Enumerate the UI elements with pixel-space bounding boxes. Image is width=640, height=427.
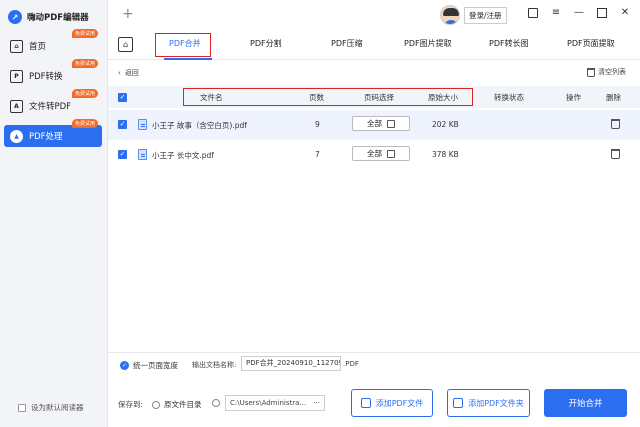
column-header-delete: 删除: [606, 93, 621, 102]
highlight-box-tab: [155, 33, 211, 57]
file-name: 小王子 故事（含空白页).pdf: [152, 121, 247, 130]
save-to-label: 保存到:: [118, 400, 144, 409]
login-button[interactable]: 登录/注册: [464, 6, 507, 24]
free-trial-badge: 免费试用: [71, 119, 98, 128]
highlight-box-columns: [183, 88, 473, 106]
add-pdf-file-button[interactable]: 添加PDF文件: [351, 389, 433, 417]
add-pdf-folder-label: 添加PDF文件夹: [468, 398, 524, 408]
back-button[interactable]: ‹ 返回: [118, 68, 139, 78]
app-logo-icon: ↗: [8, 10, 22, 24]
minimize-icon[interactable]: —: [574, 8, 584, 18]
app-title: ↗ 嗨动PDF编辑器: [8, 10, 89, 24]
add-file-icon: [360, 398, 371, 408]
uniform-width-label: 统一页面宽度: [133, 361, 178, 370]
sidebar-item-home[interactable]: ⌂ 首页 免费试用: [4, 29, 102, 57]
chevron-left-icon: ‹: [118, 69, 121, 77]
skin-icon[interactable]: [528, 8, 538, 18]
active-tab-indicator: [164, 58, 212, 60]
clear-list-label: 清空列表: [598, 68, 626, 76]
home-icon: ⌂: [10, 39, 23, 53]
sidebar-item-label: PDF转换: [29, 72, 63, 82]
row-checkbox[interactable]: ✓: [118, 150, 127, 159]
pdf-process-icon: ▲: [10, 129, 23, 143]
file-size: 202 KB: [432, 120, 459, 129]
save-path-value: C:\Users\Administra...: [230, 399, 307, 407]
column-header-status: 转换状态: [494, 93, 524, 102]
user-area[interactable]: 登录/注册: [440, 5, 507, 25]
file-size: 378 KB: [432, 150, 459, 159]
output-extension: .PDF: [343, 360, 359, 368]
back-label: 返回: [124, 69, 139, 77]
row-checkbox[interactable]: ✓: [118, 120, 127, 129]
browse-dots-icon[interactable]: ···: [313, 396, 320, 410]
clear-list-button[interactable]: 清空列表: [587, 67, 626, 77]
avatar[interactable]: [440, 5, 460, 25]
uniform-width-option[interactable]: ✓ 统一页面宽度: [120, 360, 178, 371]
pdf-convert-icon: P: [10, 69, 23, 83]
app-name: 嗨动PDF编辑器: [27, 13, 89, 23]
radio-button[interactable]: [152, 400, 160, 409]
sidebar-item-pdf-convert[interactable]: P PDF转换 免费试用: [4, 59, 102, 87]
sidebar: ↗ 嗨动PDF编辑器 ⌂ 首页 免费试用 P PDF转换 免费试用 A 文件转P…: [0, 0, 108, 427]
sidebar-item-file-to-pdf[interactable]: A 文件转PDF 免费试用: [4, 89, 102, 117]
pdf-file-icon: [138, 149, 147, 160]
window-controls: ≡ — ✕: [528, 8, 630, 18]
sidebar-item-label: 文件转PDF: [29, 102, 72, 112]
sidebar-item-pdf-process[interactable]: ▲ PDF处理 免费试用: [4, 119, 102, 147]
tab-pdf-split[interactable]: PDF分割: [250, 38, 282, 49]
sidebar-item-label: PDF处理: [29, 132, 63, 142]
save-path-input[interactable]: C:\Users\Administra... ···: [225, 395, 325, 411]
default-reader-checkbox[interactable]: [18, 403, 26, 412]
output-name-label: 输出文档名称:: [192, 361, 237, 369]
start-merge-button[interactable]: 开始合并: [544, 389, 627, 417]
folder-icon: [453, 398, 464, 408]
delete-row-icon[interactable]: [611, 119, 620, 129]
default-reader-option[interactable]: 设为默认阅读器: [18, 402, 84, 413]
maximize-icon[interactable]: [597, 8, 607, 18]
radio-source-label: 原文件目录: [164, 400, 202, 409]
home-tab-icon[interactable]: ⌂: [118, 37, 133, 52]
tab-pdf-to-long-image[interactable]: PDF转长图: [489, 38, 529, 49]
radio-source-dir[interactable]: 原文件目录: [152, 399, 202, 410]
page-select-button[interactable]: 全部: [352, 146, 410, 161]
page-select-button[interactable]: 全部: [352, 116, 410, 131]
tab-pdf-image-extract[interactable]: PDF图片提取: [404, 38, 452, 49]
radio-custom-path[interactable]: [212, 399, 220, 407]
free-trial-badge: 免费试用: [71, 89, 98, 98]
tab-pdf-page-extract[interactable]: PDF页面提取: [567, 38, 615, 49]
sidebar-item-label: 首页: [29, 42, 47, 52]
page-select-label: 全部: [367, 119, 382, 128]
page-select-label: 全部: [367, 149, 382, 158]
menu-icon[interactable]: ≡: [551, 8, 561, 18]
add-pdf-file-label: 添加PDF文件: [375, 398, 424, 408]
tab-pdf-compress[interactable]: PDF压缩: [331, 38, 363, 49]
add-pdf-folder-button[interactable]: 添加PDF文件夹: [447, 389, 530, 417]
radio-button[interactable]: [212, 399, 220, 407]
column-header-action: 操作: [566, 93, 581, 102]
default-reader-label: 设为默认阅读器: [31, 403, 84, 412]
free-trial-badge: 免费试用: [71, 59, 98, 68]
trash-icon: [587, 67, 595, 77]
delete-row-icon[interactable]: [611, 149, 620, 159]
close-icon[interactable]: ✕: [620, 8, 630, 18]
output-name-input[interactable]: PDF合并_20240910_112709: [241, 356, 341, 371]
pdf-file-icon: [138, 119, 147, 130]
page-count: 7: [315, 150, 320, 159]
edit-icon: [387, 149, 395, 158]
file-to-pdf-icon: A: [10, 99, 23, 113]
uniform-width-checkbox[interactable]: ✓: [120, 361, 129, 370]
file-name: 小王子 长中文.pdf: [152, 151, 214, 160]
free-trial-badge: 免费试用: [71, 29, 98, 38]
footer-divider: [108, 352, 640, 353]
edit-icon: [387, 119, 395, 128]
select-all-checkbox[interactable]: ✓: [118, 93, 127, 102]
page-count: 9: [315, 120, 320, 129]
new-tab-button[interactable]: +: [122, 6, 134, 22]
